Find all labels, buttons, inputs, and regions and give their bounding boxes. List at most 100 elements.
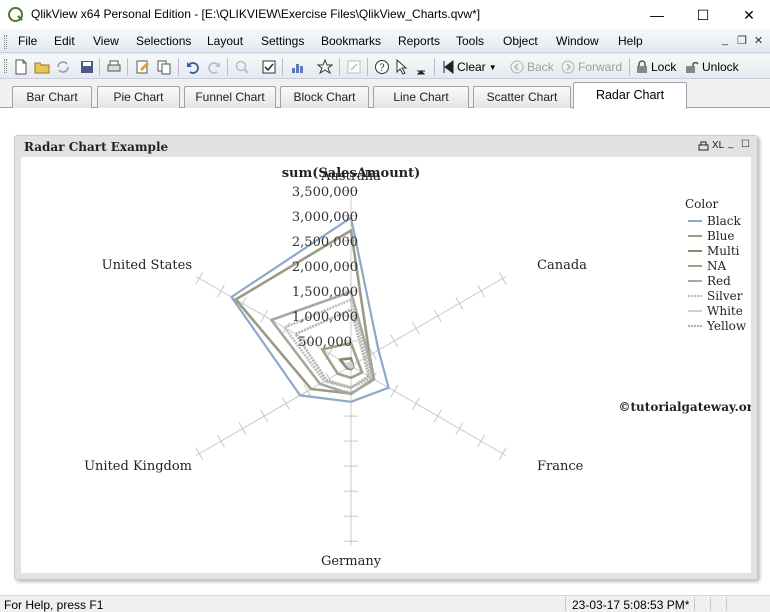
print-icon[interactable] — [106, 59, 122, 75]
tab-radar-chart[interactable]: Radar Chart — [573, 82, 687, 109]
toolbar-grip-icon[interactable] — [4, 59, 7, 73]
legend-item-white: White — [707, 304, 743, 318]
edit-script-icon[interactable] — [135, 59, 151, 75]
radar-axis-tick — [498, 447, 507, 460]
toolbar: ? Clear ▼ Back Forward Lock Unlock — [0, 55, 770, 79]
mdi-restore-button[interactable]: ❐ — [737, 34, 747, 47]
radar-axis-tick — [455, 422, 464, 435]
mdi-minimize-button[interactable]: _ — [722, 34, 728, 46]
menu-view[interactable]: View — [93, 34, 119, 48]
status-bar: For Help, press F1 23-03-17 5:08:53 PM* — [0, 595, 770, 612]
unlock-button[interactable]: Unlock — [685, 59, 739, 75]
axis-label-united-states: United States — [102, 258, 192, 273]
maximize-button[interactable]: ☐ — [680, 0, 726, 30]
menu-bar: File Edit View Selections Layout Setting… — [0, 31, 770, 53]
radial-tick-label: 3,500,000 — [292, 185, 358, 200]
new-document-icon[interactable] — [13, 59, 29, 75]
reload-icon[interactable] — [55, 59, 71, 75]
create-chart-icon[interactable] — [290, 59, 306, 75]
back-button[interactable]: Back — [510, 59, 554, 75]
status-timestamp: 23-03-17 5:08:53 PM* — [572, 598, 690, 612]
radar-axis-tick — [238, 422, 247, 435]
toolbar-overflow-icon[interactable] — [414, 61, 430, 77]
close-button[interactable]: ✕ — [726, 0, 770, 30]
menu-tools[interactable]: Tools — [456, 34, 484, 48]
radar-axis-tick — [412, 397, 420, 410]
edit-disabled-icon[interactable] — [346, 59, 362, 75]
radar-chart-object[interactable]: Radar Chart Example XL _ ☐ sum(SalesAmou… — [14, 135, 762, 580]
tab-block-chart[interactable]: Block Chart — [280, 86, 369, 108]
tab-bar-chart[interactable]: Bar Chart — [12, 86, 92, 108]
toolbar-separator — [282, 58, 283, 76]
radar-chart-svg: sum(SalesAmount) 500,0001,000,0001,500,0… — [84, 166, 762, 569]
unlock-icon — [686, 61, 699, 73]
tab-funnel-chart[interactable]: Funnel Chart — [184, 86, 276, 108]
menu-reports[interactable]: Reports — [398, 34, 440, 48]
axis-label-united-kingdom: United Kingdom — [84, 459, 192, 474]
window-title: QlikView x64 Personal Edition - [E:\QLIK… — [31, 7, 481, 21]
radial-tick-label: 1,500,000 — [292, 285, 358, 300]
menu-bookmarks[interactable]: Bookmarks — [321, 34, 381, 48]
tab-line-chart[interactable]: Line Chart — [373, 86, 469, 108]
toolbar-separator — [127, 58, 128, 76]
send-to-excel-icon[interactable]: XL — [712, 140, 724, 151]
toolbar-separator — [227, 58, 228, 76]
maximize-object-icon[interactable]: ☐ — [741, 139, 750, 150]
menubar-grip-icon[interactable] — [4, 35, 7, 49]
clear-label: Clear — [457, 60, 486, 74]
qlikview-logo-icon — [8, 7, 23, 22]
lock-icon — [637, 60, 647, 73]
forward-button[interactable]: Forward — [561, 59, 622, 75]
menu-selections[interactable]: Selections — [136, 34, 191, 48]
save-icon[interactable] — [79, 59, 95, 75]
legend-title: Color — [685, 197, 718, 211]
open-folder-icon[interactable] — [34, 59, 50, 75]
radar-axis-tick — [216, 284, 225, 298]
toolbar-separator — [99, 58, 100, 76]
chart-caption-bar[interactable]: Radar Chart Example XL _ ☐ — [15, 136, 757, 157]
legend-item-silver: Silver — [707, 289, 743, 303]
lock-button[interactable]: Lock — [636, 59, 676, 75]
radar-axis-tick — [195, 447, 204, 460]
minimize-object-icon[interactable]: _ — [728, 138, 734, 149]
unlock-label: Unlock — [702, 60, 739, 74]
tab-scatter-chart[interactable]: Scatter Chart — [473, 86, 571, 108]
axis-label-australia: Australia — [320, 169, 381, 184]
mdi-close-button[interactable]: ✕ — [754, 34, 763, 47]
menu-edit[interactable]: Edit — [54, 34, 75, 48]
minimize-button[interactable]: — — [634, 0, 680, 30]
radar-axis-tick — [455, 297, 464, 310]
search-icon[interactable] — [234, 59, 250, 75]
clear-button[interactable]: Clear ▼ — [442, 59, 497, 75]
radar-axis-tick — [195, 272, 204, 285]
radar-axis-tick — [260, 309, 269, 323]
bookmark-star-icon[interactable] — [317, 59, 333, 75]
legend-item-red: Red — [707, 274, 731, 288]
radar-axis-tick — [390, 384, 399, 398]
copy-icon[interactable] — [156, 59, 172, 75]
radar-axis-tick — [433, 409, 442, 423]
back-arrow-icon — [510, 60, 524, 74]
print-icon[interactable] — [698, 141, 709, 152]
window-titlebar[interactable]: QlikView x64 Personal Edition - [E:\QLIK… — [0, 0, 770, 30]
menu-settings[interactable]: Settings — [261, 34, 304, 48]
context-help-icon[interactable] — [395, 59, 411, 75]
menu-file[interactable]: File — [18, 34, 37, 48]
menu-help[interactable]: Help — [618, 34, 643, 48]
chevron-down-icon: ▼ — [488, 62, 497, 72]
forward-label: Forward — [578, 60, 623, 74]
legend-item-multi: Multi — [707, 244, 740, 258]
status-separator — [710, 597, 711, 611]
chart-plot-area[interactable]: sum(SalesAmount) 500,000 1,000,000 1,500,0… — [21, 157, 762, 573]
redo-icon[interactable] — [206, 59, 222, 75]
undo-icon[interactable] — [185, 59, 201, 75]
selection-checkbox-icon[interactable] — [261, 59, 277, 75]
menu-layout[interactable]: Layout — [207, 34, 243, 48]
status-separator — [726, 597, 727, 611]
radial-tick-label: 500,000 — [298, 335, 352, 350]
tab-pie-chart[interactable]: Pie Chart — [97, 86, 180, 108]
help-icon[interactable]: ? — [374, 59, 390, 75]
menu-window[interactable]: Window — [556, 34, 599, 48]
radar-axis-tick — [260, 409, 269, 423]
menu-object[interactable]: Object — [503, 34, 538, 48]
